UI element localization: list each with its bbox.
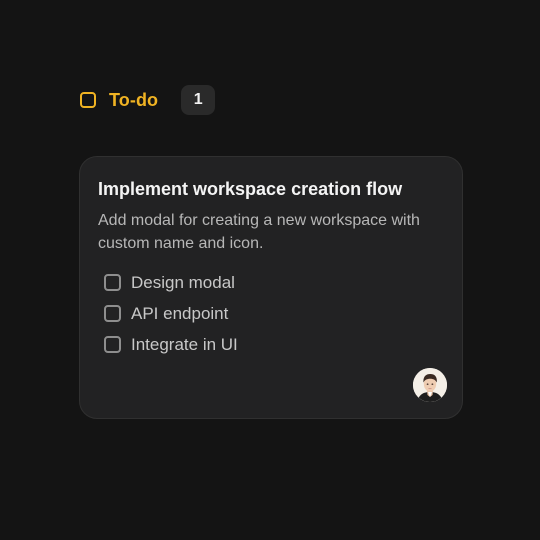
subtask-label: Integrate in UI [131, 334, 238, 354]
subtask-api-endpoint: API endpoint [104, 298, 238, 329]
column-header: To-do 1 [80, 85, 216, 115]
subtask-label: Design modal [131, 272, 235, 292]
subtask-checkbox[interactable] [104, 274, 121, 291]
task-card[interactable]: Implement workspace creation flow Add mo… [79, 156, 463, 419]
subtask-design-modal: Design modal [104, 267, 238, 298]
subtask-integrate-ui: Integrate in UI [104, 329, 238, 360]
subtask-checkbox[interactable] [104, 305, 121, 322]
task-description: Add modal for creating a new workspace w… [98, 212, 420, 252]
task-count-badge: 1 [181, 85, 216, 115]
subtask-list: Design modal API endpoint Integrate in U… [104, 267, 238, 360]
task-title[interactable]: Implement workspace creation flow [98, 179, 402, 200]
avatar-icon [413, 368, 447, 402]
subtask-checkbox[interactable] [104, 336, 121, 353]
column-title: To-do [109, 89, 159, 110]
subtask-label: API endpoint [131, 303, 229, 323]
assignee-avatar[interactable] [413, 368, 447, 402]
status-square-icon [80, 92, 96, 108]
